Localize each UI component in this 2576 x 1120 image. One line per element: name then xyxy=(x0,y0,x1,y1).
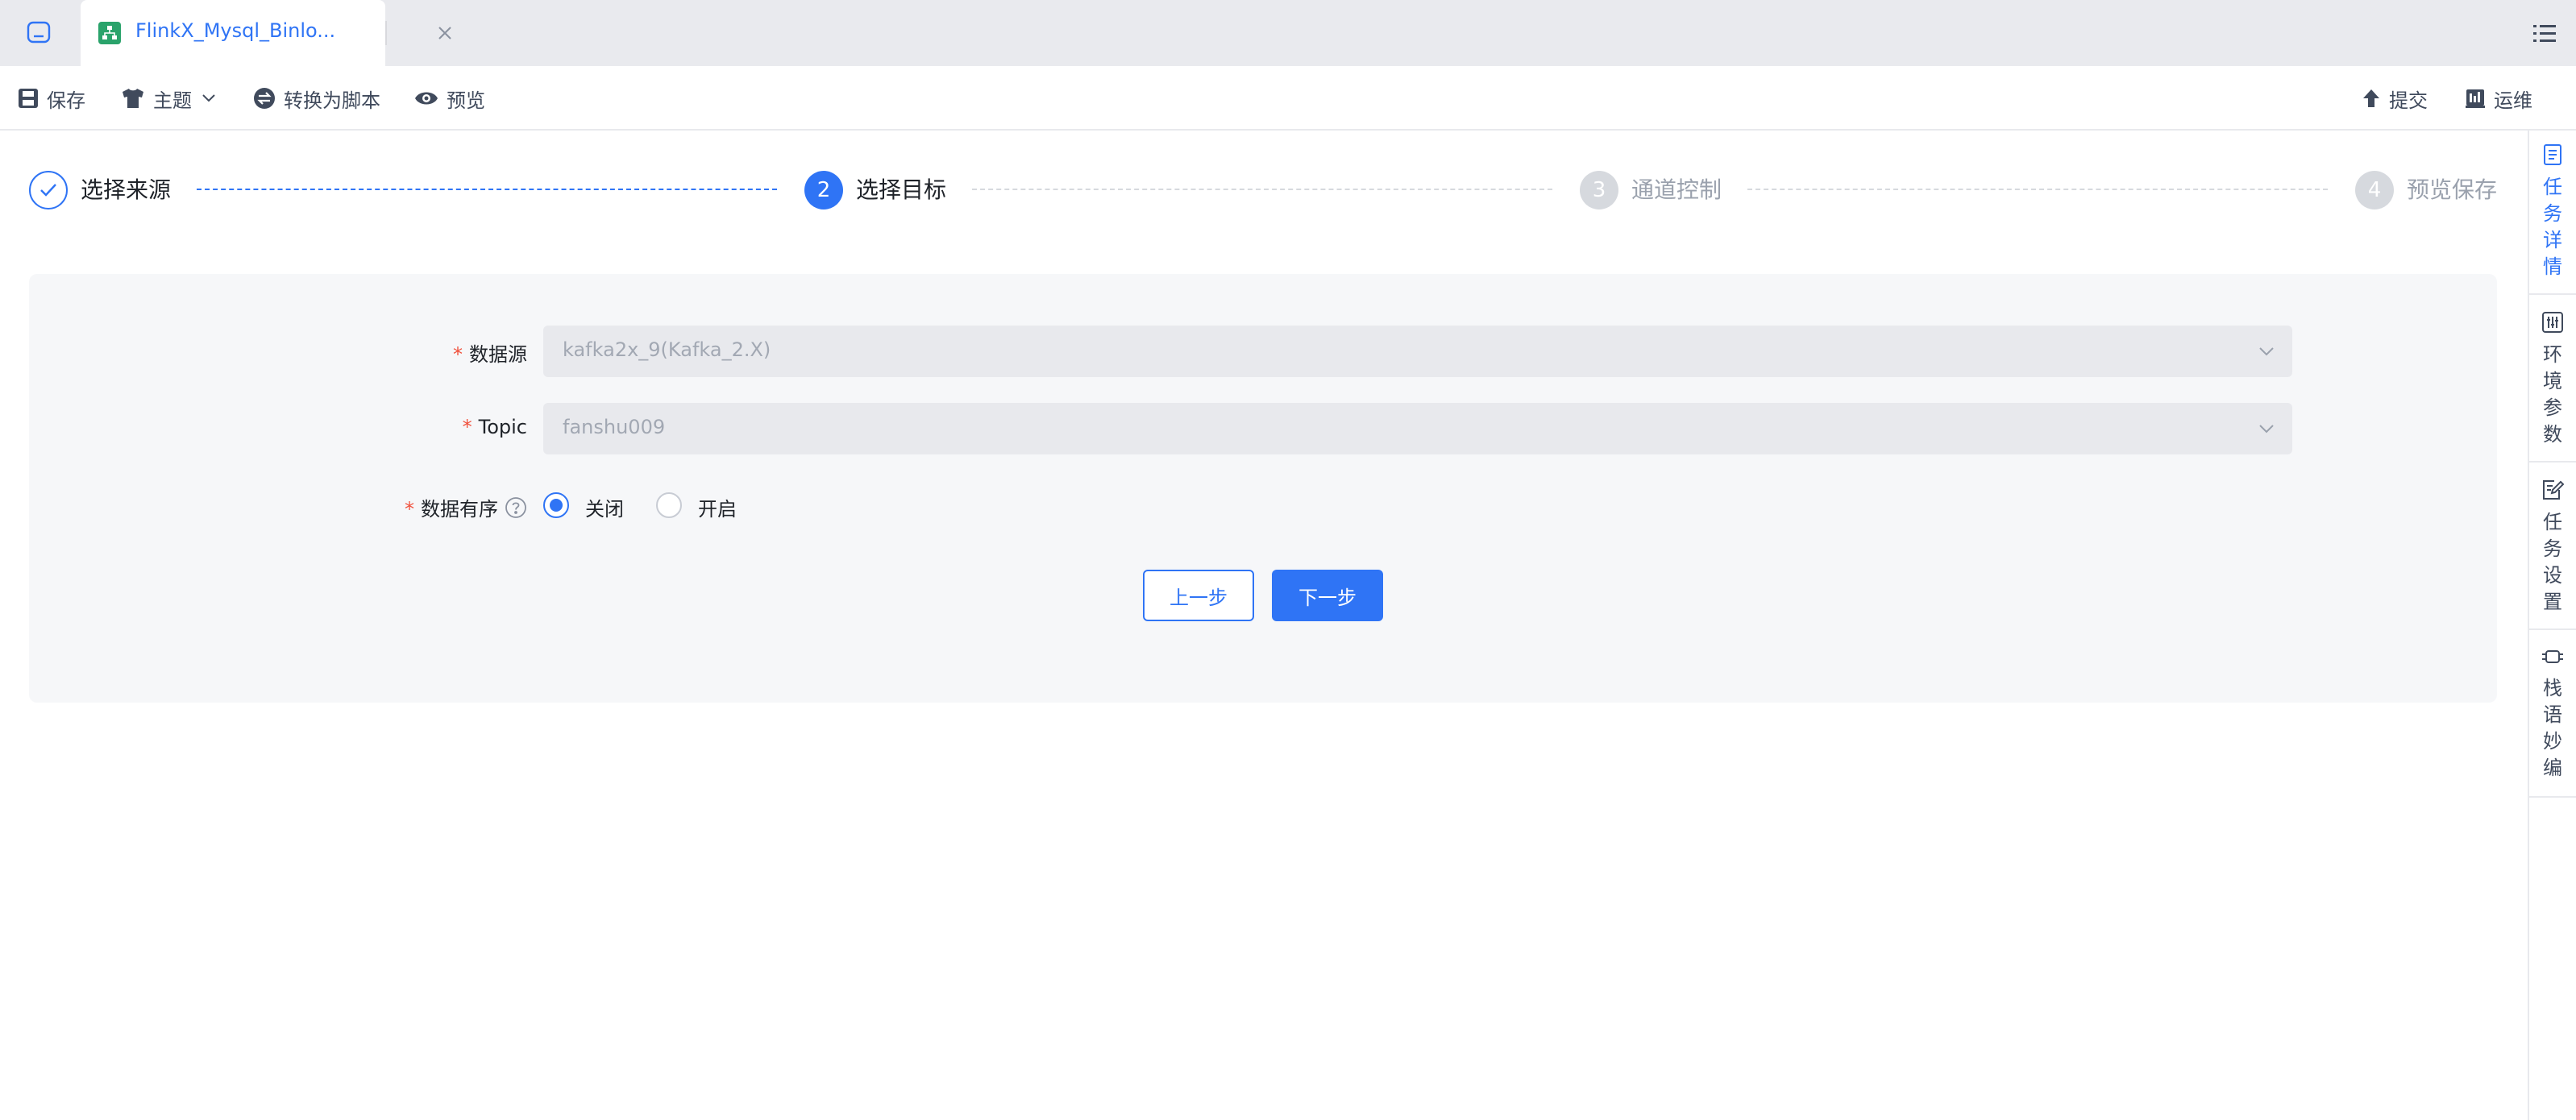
right-rail: 任务详情 环境参数 任务设置 栈语妙编 xyxy=(2528,131,2576,1120)
step-connector-3 xyxy=(1747,189,2328,190)
ordered-option-on-label: 开启 xyxy=(698,498,737,521)
rail-label: 任务设置 xyxy=(2543,511,2562,613)
topic-select[interactable]: fanshu009 xyxy=(543,403,2292,454)
rail-task-details[interactable]: 任务详情 xyxy=(2529,143,2576,280)
step-4-label: 预览保存 xyxy=(2407,176,2498,203)
theme-label: 主题 xyxy=(153,89,192,112)
document-icon xyxy=(2544,144,2561,165)
save-icon xyxy=(19,89,38,108)
rail-env-params[interactable]: 环境参数 xyxy=(2529,311,2576,448)
chevron-down-icon xyxy=(2257,342,2276,361)
edit-settings-icon xyxy=(2543,480,2564,500)
submit-label: 提交 xyxy=(2389,89,2428,112)
required-mark: * xyxy=(462,416,472,438)
chevron-down-icon xyxy=(2257,419,2276,438)
required-mark: * xyxy=(405,498,414,521)
rail-divider xyxy=(2529,461,2576,463)
ordered-option-off-label: 关闭 xyxy=(585,498,624,521)
next-step-button[interactable]: 下一步 xyxy=(1272,570,1383,621)
home-icon[interactable] xyxy=(23,16,55,48)
eye-icon xyxy=(415,92,438,105)
step-3-label: 通道控制 xyxy=(1631,176,1722,203)
preview-label: 预览 xyxy=(447,89,485,112)
save-button[interactable]: 保存 xyxy=(18,84,85,113)
tab-divider xyxy=(385,21,387,45)
flow-icon xyxy=(98,22,121,44)
step-3-number: 3 xyxy=(1580,171,1618,209)
rail-divider xyxy=(2529,293,2576,295)
theme-dropdown[interactable]: 主题 xyxy=(121,84,218,113)
sliders-icon xyxy=(2542,312,2563,333)
ordered-label: * 数据有序 xyxy=(405,493,527,521)
shirt-icon xyxy=(123,89,143,108)
stack-code-icon xyxy=(2542,650,2563,663)
submit-button[interactable]: 提交 xyxy=(2362,84,2428,113)
preview-button[interactable]: 预览 xyxy=(414,84,485,113)
help-icon[interactable] xyxy=(505,496,527,519)
prev-step-button[interactable]: 上一步 xyxy=(1143,570,1254,621)
step-connector-2 xyxy=(972,189,1552,190)
list-icon[interactable] xyxy=(2531,19,2558,47)
topic-value: fanshu009 xyxy=(563,416,666,438)
rail-label: 环境参数 xyxy=(2543,343,2562,446)
ordered-radio-off[interactable] xyxy=(543,492,569,518)
rail-label: 任务详情 xyxy=(2543,176,2562,278)
rail-label: 栈语妙编 xyxy=(2543,677,2562,779)
tab-bar: FlinkX_Mysql_Binlo... xyxy=(0,0,2576,66)
save-label: 保存 xyxy=(47,89,85,112)
tab-active[interactable]: FlinkX_Mysql_Binlo... xyxy=(81,0,451,66)
rail-divider xyxy=(2529,796,2576,798)
rail-task-settings[interactable]: 任务设置 xyxy=(2529,479,2576,616)
close-icon[interactable] xyxy=(435,23,455,43)
toolbar: 保存 主题 转换为脚本 预览 提交 运维 xyxy=(0,66,2576,131)
upload-arrow-icon xyxy=(2363,89,2379,107)
datasource-select[interactable]: kafka2x_9(Kafka_2.X) xyxy=(543,326,2292,377)
step-2-number: 2 xyxy=(804,171,843,209)
rail-divider xyxy=(2529,628,2576,630)
required-mark: * xyxy=(453,343,463,366)
convert-label: 转换为脚本 xyxy=(284,89,380,112)
tab-title: FlinkX_Mysql_Binlo... xyxy=(135,19,336,42)
step-2-label: 选择目标 xyxy=(856,176,947,203)
step-connector-1 xyxy=(197,189,777,190)
convert-to-script-button[interactable]: 转换为脚本 xyxy=(253,84,380,113)
step-1-check-icon xyxy=(29,171,68,209)
datasource-label: * 数据源 xyxy=(453,343,527,366)
step-1-label: 选择来源 xyxy=(81,176,172,203)
ops-button[interactable]: 运维 xyxy=(2465,84,2532,113)
rail-stack-code[interactable]: 栈语妙编 xyxy=(2529,646,2576,782)
datasource-value: kafka2x_9(Kafka_2.X) xyxy=(563,338,771,361)
topic-label: * Topic xyxy=(462,416,527,438)
ops-icon xyxy=(2466,89,2485,108)
chevron-down-icon xyxy=(202,94,215,102)
step-4-number: 4 xyxy=(2355,171,2394,209)
swap-icon xyxy=(254,88,275,109)
ordered-radio-on[interactable] xyxy=(656,492,682,518)
ops-label: 运维 xyxy=(2494,89,2532,112)
